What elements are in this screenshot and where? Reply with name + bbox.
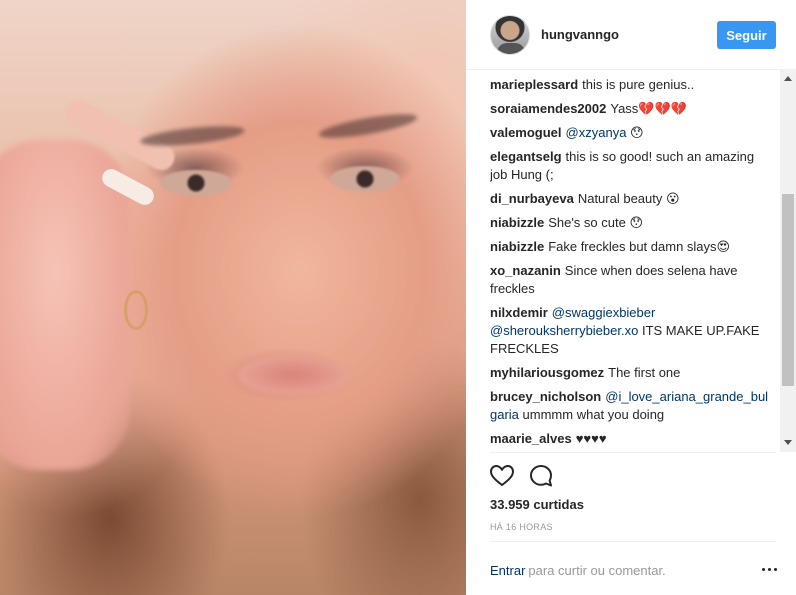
comment-text: ummmm what you doing <box>522 407 665 422</box>
photo-hand <box>0 140 130 470</box>
comment-item: marieplessard this is pure genius.. <box>490 76 772 94</box>
comment-item: di_nurbayeva Natural beauty 😮 <box>490 190 772 208</box>
comment-text: Fake freckles but damn slays😍 <box>548 239 731 254</box>
comment-item: myhilariousgomez The first one <box>490 364 772 382</box>
like-button[interactable] <box>488 462 516 490</box>
comment-username[interactable]: valemoguel <box>490 125 562 140</box>
photo-left-eye <box>160 170 232 196</box>
login-prompt: Entrar para curtir ou comentar. <box>490 563 666 578</box>
likes-count[interactable]: 33.959 curtidas <box>490 497 584 512</box>
comment-item: niabizzle Fake freckles but damn slays😍 <box>490 238 772 256</box>
photo-right-eye <box>330 166 400 192</box>
comment-text: this is pure genius.. <box>582 77 695 92</box>
comment-bubble-icon <box>530 465 552 487</box>
comment-text: Natural beauty 😮 <box>577 191 680 206</box>
photo-earring <box>124 290 148 330</box>
actions-divider <box>490 452 776 453</box>
comment-item: xo_nazanin Since when does selena have fr… <box>490 262 772 298</box>
comment-text: The first one <box>608 365 681 380</box>
login-prompt-text: para curtir ou comentar. <box>528 563 666 578</box>
post-side-panel: hungvanngo Seguir marieplessard this is p… <box>466 0 796 595</box>
post-timestamp[interactable]: HÁ 16 HORAS <box>490 522 553 532</box>
comment-username[interactable]: niabizzle <box>490 239 544 254</box>
comment-scrollbar[interactable] <box>780 70 796 452</box>
comment-username[interactable]: niabizzle <box>490 215 544 230</box>
comment-username[interactable]: elegantselg <box>490 149 562 164</box>
post-photo <box>0 0 466 595</box>
post-header: hungvanngo Seguir <box>466 0 796 70</box>
comment-item: elegantselg this is so good! such an amaz… <box>490 148 772 184</box>
comment-username[interactable]: maarie_alves <box>490 431 572 446</box>
comment-mention[interactable]: @xzyanya <box>566 125 627 140</box>
comment-text: Yass💔💔💔 <box>610 101 687 116</box>
scrollbar-thumb[interactable] <box>782 194 794 386</box>
comment-username[interactable]: myhilariousgomez <box>490 365 604 380</box>
author-username[interactable]: hungvanngo <box>541 27 619 42</box>
comment-list: marieplessard this is pure genius.. soraia… <box>490 76 772 448</box>
comment-text: ♥♥♥♥ <box>575 431 607 446</box>
heart-icon <box>489 464 515 487</box>
comment-item: valemoguel @xzyanya 😯 <box>490 124 772 142</box>
photo-lips <box>238 355 348 395</box>
comment-item: brucey_nicholson @i_love_ariana_grande_bu… <box>490 388 772 424</box>
login-link[interactable]: Entrar <box>490 563 525 578</box>
author-avatar[interactable] <box>490 15 530 55</box>
photo-right-brow <box>317 109 419 143</box>
footer-divider <box>490 541 776 542</box>
photo-left-brow <box>139 122 246 150</box>
more-options-button[interactable] <box>759 562 779 576</box>
comment-username[interactable]: di_nurbayeva <box>490 191 574 206</box>
comment-username[interactable]: xo_nazanin <box>490 263 561 278</box>
comment-item: soraiamendes2002 Yass💔💔💔 <box>490 100 772 118</box>
comment-text: 😯 <box>630 125 644 140</box>
scroll-up-arrow-icon[interactable] <box>784 76 792 81</box>
comment-username[interactable]: nilxdemir <box>490 305 548 320</box>
comment-item: niabizzle She's so cute 😯 <box>490 214 772 232</box>
comment-item: maarie_alves ♥♥♥♥ <box>490 430 772 448</box>
comment-button[interactable] <box>527 462 555 490</box>
comment-username[interactable]: marieplessard <box>490 77 578 92</box>
scroll-down-arrow-icon[interactable] <box>784 440 792 445</box>
comment-text: She's so cute 😯 <box>548 215 643 230</box>
comment-item: nilxdemir @swaggiexbieber @sherouksherryb… <box>490 304 772 358</box>
comment-username[interactable]: soraiamendes2002 <box>490 101 606 116</box>
comment-username[interactable]: brucey_nicholson <box>490 389 601 404</box>
follow-button[interactable]: Seguir <box>717 21 776 49</box>
